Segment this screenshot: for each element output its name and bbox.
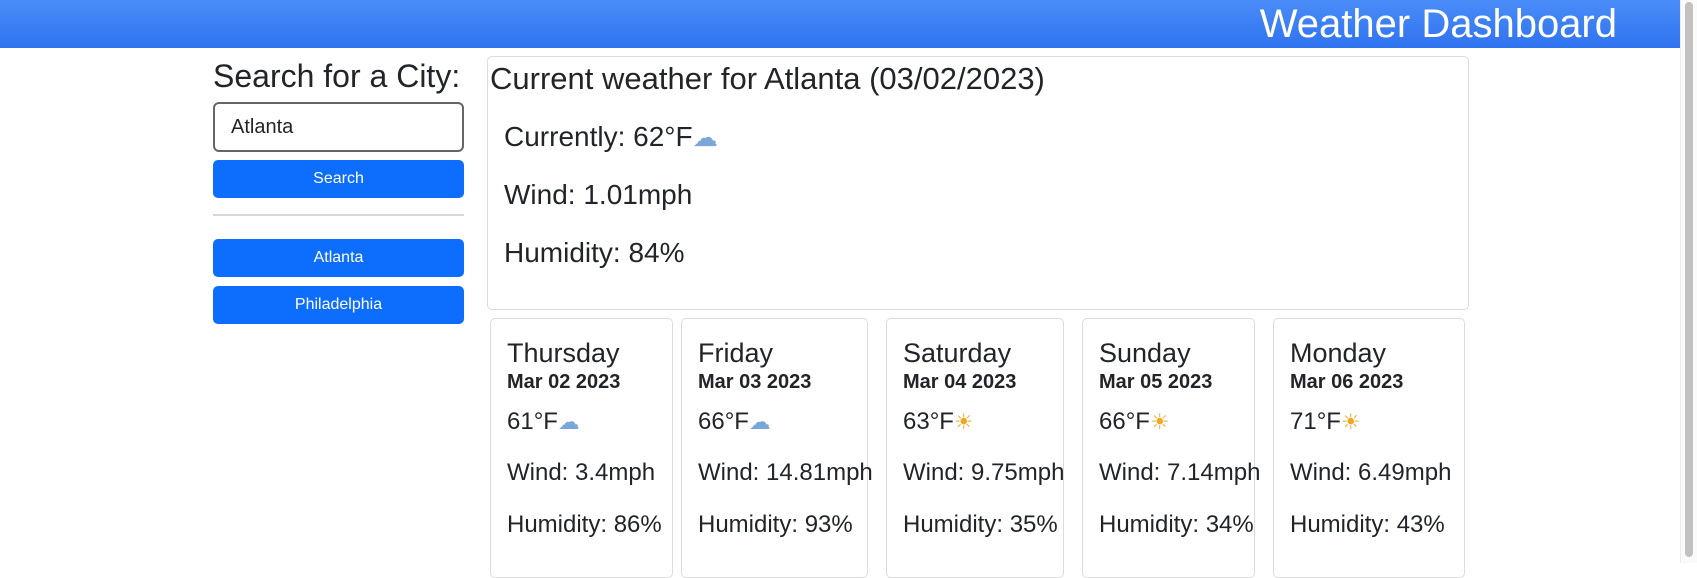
- forecast-humidity: Humidity: 93%: [698, 511, 853, 538]
- current-temperature: Currently: 62°F☁: [504, 119, 718, 156]
- forecast-date: Mar 02 2023: [507, 371, 621, 393]
- forecast-temperature-value: 66°F: [698, 408, 749, 435]
- forecast-temperature-value: 63°F: [903, 408, 954, 435]
- forecast-temperature: 66°F☁: [698, 406, 771, 439]
- current-humidity: Humidity: 84%: [504, 237, 685, 268]
- forecast-temperature-value: 66°F: [1099, 408, 1150, 435]
- forecast-card: Friday Mar 03 2023 66°F☁ Wind: 14.81mph …: [681, 318, 873, 578]
- history-button-atlanta[interactable]: Atlanta: [213, 239, 464, 277]
- forecast-card: Sunday Mar 05 2023 66°F☀ Wind: 7.14mph H…: [1082, 318, 1260, 578]
- forecast-humidity: Humidity: 35%: [903, 511, 1058, 538]
- sidebar-divider: [213, 214, 464, 216]
- forecast-humidity: Humidity: 43%: [1290, 511, 1445, 538]
- rain-cloud-icon: ☁: [748, 410, 771, 435]
- sun-icon: ☀: [953, 410, 974, 435]
- forecast-temperature-value: 71°F: [1290, 408, 1341, 435]
- forecast-temperature-value: 61°F: [507, 408, 558, 435]
- forecast-day: Friday: [698, 338, 774, 368]
- forecast-day: Sunday: [1099, 338, 1191, 368]
- forecast-temperature: 63°F☀: [903, 406, 973, 439]
- vertical-scrollbar[interactable]: [1680, 0, 1697, 563]
- forecast-wind: Wind: 7.14mph: [1099, 459, 1261, 486]
- forecast-wind: Wind: 9.75mph: [903, 459, 1065, 486]
- sun-icon: ☀: [1340, 410, 1361, 435]
- current-weather-title: Current weather for Atlanta (03/02/2023): [490, 61, 1045, 96]
- scrollbar-thumb[interactable]: [1685, 2, 1693, 557]
- rain-cloud-icon: ☁: [692, 123, 718, 152]
- forecast-temperature: 66°F☀: [1099, 406, 1169, 439]
- city-search-input[interactable]: [213, 102, 464, 152]
- forecast-wind: Wind: 14.81mph: [698, 459, 873, 486]
- forecast-date: Mar 04 2023: [903, 371, 1017, 393]
- forecast-date: Mar 03 2023: [698, 371, 812, 393]
- rain-cloud-icon: ☁: [557, 410, 580, 435]
- forecast-humidity: Humidity: 34%: [1099, 511, 1254, 538]
- forecast-day: Saturday: [903, 338, 1012, 368]
- forecast-humidity: Humidity: 86%: [507, 511, 662, 538]
- forecast-day: Thursday: [507, 338, 620, 368]
- forecast-card: Thursday Mar 02 2023 61°F☁ Wind: 3.4mph …: [490, 318, 673, 578]
- forecast-date: Mar 05 2023: [1099, 371, 1213, 393]
- forecast-day: Monday: [1290, 338, 1387, 368]
- forecast-card: Monday Mar 06 2023 71°F☀ Wind: 6.49mph H…: [1273, 318, 1465, 578]
- forecast-card: Saturday Mar 04 2023 63°F☀ Wind: 9.75mph…: [886, 318, 1064, 578]
- sun-icon: ☀: [1149, 410, 1170, 435]
- header-bar: Weather Dashboard: [0, 0, 1680, 48]
- current-wind: Wind: 1.01mph: [504, 179, 693, 210]
- current-temperature-value: Currently: 62°F: [504, 121, 693, 152]
- forecast-wind: Wind: 6.49mph: [1290, 459, 1452, 486]
- search-heading: Search for a City:: [213, 58, 461, 94]
- page-title: Weather Dashboard: [1259, 2, 1617, 46]
- search-button[interactable]: Search: [213, 160, 464, 198]
- forecast-date: Mar 06 2023: [1290, 371, 1404, 393]
- search-history: Atlanta Philadelphia: [213, 239, 464, 333]
- current-weather-panel: Current weather for Atlanta (03/02/2023)…: [487, 56, 1469, 310]
- forecast-wind: Wind: 3.4mph: [507, 459, 656, 486]
- forecast-temperature: 61°F☁: [507, 406, 580, 439]
- forecast-temperature: 71°F☀: [1290, 406, 1360, 439]
- history-button-philadelphia[interactable]: Philadelphia: [213, 286, 464, 324]
